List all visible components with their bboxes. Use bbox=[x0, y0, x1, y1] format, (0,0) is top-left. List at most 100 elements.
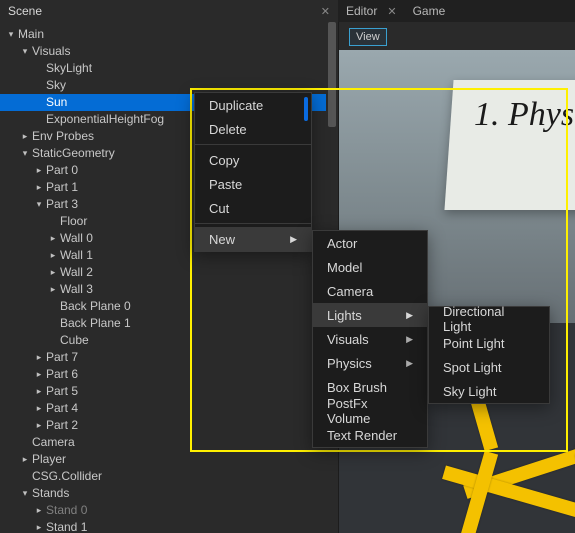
tree-row[interactable]: ▾Main bbox=[0, 26, 338, 43]
tree-row[interactable]: ▸Wall 3 bbox=[0, 281, 338, 298]
chevron-right-icon[interactable]: ▸ bbox=[34, 519, 44, 533]
menu-item[interactable]: Point Light bbox=[429, 331, 549, 355]
chevron-right-icon[interactable]: ▸ bbox=[34, 400, 44, 417]
tree-row[interactable]: Cube bbox=[0, 332, 338, 349]
tree-item-label: Camera bbox=[32, 434, 75, 451]
tree-row[interactable]: Camera bbox=[0, 434, 338, 451]
chevron-right-icon[interactable]: ▸ bbox=[48, 247, 58, 264]
menu-item[interactable]: Model bbox=[313, 255, 427, 279]
menu-item[interactable]: Camera bbox=[313, 279, 427, 303]
submenu-lights[interactable]: Directional Light Point Light Spot Light Sk… bbox=[428, 306, 550, 404]
close-icon[interactable]: ✕ bbox=[387, 5, 396, 18]
chevron-down-icon[interactable]: ▾ bbox=[20, 43, 30, 60]
tree-row[interactable]: ▸Player bbox=[0, 451, 338, 468]
chevron-down-icon[interactable]: ▾ bbox=[20, 485, 30, 502]
menu-item[interactable]: Sky Light bbox=[429, 379, 549, 403]
chevron-right-icon[interactable]: ▸ bbox=[34, 366, 44, 383]
menu-item[interactable]: Directional Light bbox=[429, 307, 549, 331]
chevron-right-icon[interactable]: ▸ bbox=[48, 281, 58, 298]
tree-row[interactable]: ▸Part 5 bbox=[0, 383, 338, 400]
menu-item[interactable]: Delete bbox=[195, 117, 311, 141]
menu-item[interactable]: Actor bbox=[313, 231, 427, 255]
menu-item-label: Visuals bbox=[327, 332, 369, 347]
menu-item[interactable]: Cut bbox=[195, 196, 311, 220]
tab-label: Game bbox=[413, 4, 446, 18]
tree-row[interactable]: ▸Part 6 bbox=[0, 366, 338, 383]
close-icon[interactable]: ✕ bbox=[321, 5, 330, 18]
view-dropdown-button[interactable]: View bbox=[349, 28, 387, 46]
tree-item-label: Stands bbox=[32, 485, 69, 502]
menu-item[interactable]: Visuals▶ bbox=[313, 327, 427, 351]
tree-item-label: Sun bbox=[46, 94, 67, 111]
chevron-down-icon[interactable]: ▾ bbox=[6, 26, 16, 43]
tree-item-label: StaticGeometry bbox=[32, 145, 115, 162]
menu-item[interactable]: Duplicate bbox=[195, 93, 311, 117]
menu-item-label: Actor bbox=[327, 236, 357, 251]
menu-item-label: Model bbox=[327, 260, 362, 275]
menu-item[interactable]: Spot Light bbox=[429, 355, 549, 379]
tree-row[interactable]: ▾Visuals bbox=[0, 43, 338, 60]
tab-label: Scene bbox=[8, 4, 42, 18]
tree-item-label: Wall 3 bbox=[60, 281, 93, 298]
chevron-down-icon[interactable]: ▾ bbox=[20, 145, 30, 162]
chevron-down-icon[interactable]: ▾ bbox=[34, 196, 44, 213]
menu-separator bbox=[195, 144, 311, 145]
chevron-right-icon[interactable]: ▸ bbox=[48, 230, 58, 247]
tree-item-label: CSG.Collider bbox=[32, 468, 102, 485]
menu-item[interactable]: Physics▶ bbox=[313, 351, 427, 375]
tree-item-label: Floor bbox=[60, 213, 87, 230]
tree-item-label: Player bbox=[32, 451, 66, 468]
tab-editor[interactable]: Editor ✕ bbox=[338, 0, 405, 22]
menu-item[interactable]: Text Render bbox=[313, 423, 427, 447]
submenu-new[interactable]: ActorModelCameraLights▶Visuals▶Physics▶B… bbox=[312, 230, 428, 448]
tab-scene[interactable]: Scene ✕ bbox=[0, 0, 338, 22]
menu-item-label: PostFx Volume bbox=[327, 396, 413, 426]
tree-row[interactable]: ▾Stands bbox=[0, 485, 338, 502]
tree-item-label: ExponentialHeightFog bbox=[46, 111, 164, 128]
tree-row[interactable]: CSG.Collider bbox=[0, 468, 338, 485]
menu-item[interactable]: Copy bbox=[195, 148, 311, 172]
tree-row[interactable]: SkyLight bbox=[0, 60, 338, 77]
menu-item-label: Point Light bbox=[443, 336, 504, 351]
tree-row[interactable]: ▸Stand 0 bbox=[0, 502, 338, 519]
chevron-right-icon[interactable]: ▸ bbox=[34, 383, 44, 400]
tree-row[interactable]: ▸Part 7 bbox=[0, 349, 338, 366]
tree-item-label: Sky bbox=[46, 77, 66, 94]
chevron-right-icon[interactable]: ▸ bbox=[34, 179, 44, 196]
chevron-right-icon: ▶ bbox=[406, 310, 413, 321]
tree-row[interactable]: ▸Stand 1 bbox=[0, 519, 338, 533]
menu-item-label: Copy bbox=[209, 153, 239, 168]
context-menu[interactable]: Duplicate Delete Copy Paste Cut New▶ bbox=[194, 92, 312, 252]
chevron-right-icon[interactable]: ▸ bbox=[48, 264, 58, 281]
chevron-right-icon[interactable]: ▸ bbox=[20, 451, 30, 468]
scrollbar-thumb[interactable] bbox=[328, 22, 336, 127]
tree-item-label: Part 5 bbox=[46, 383, 78, 400]
menu-item[interactable]: New▶ bbox=[195, 227, 311, 251]
tab-bar: Scene ✕ Editor ✕ Game bbox=[0, 0, 575, 22]
chevron-right-icon[interactable]: ▸ bbox=[34, 502, 44, 519]
tree-row[interactable]: Back Plane 1 bbox=[0, 315, 338, 332]
chevron-right-icon[interactable]: ▸ bbox=[34, 417, 44, 434]
menu-scroll-indicator bbox=[304, 97, 308, 121]
menu-item-label: Text Render bbox=[327, 428, 397, 443]
menu-item[interactable]: Paste bbox=[195, 172, 311, 196]
tree-item-label: Part 3 bbox=[46, 196, 78, 213]
menu-item-label: Delete bbox=[209, 122, 247, 137]
tree-item-label: Part 2 bbox=[46, 417, 78, 434]
tree-item-label: Back Plane 0 bbox=[60, 298, 131, 315]
chevron-right-icon[interactable]: ▸ bbox=[34, 162, 44, 179]
menu-item-label: Sky Light bbox=[443, 384, 496, 399]
tree-row[interactable]: ▸Part 4 bbox=[0, 400, 338, 417]
chevron-right-icon[interactable]: ▸ bbox=[34, 349, 44, 366]
menu-item[interactable]: PostFx Volume bbox=[313, 399, 427, 423]
tree-row[interactable]: ▸Part 2 bbox=[0, 417, 338, 434]
tab-game[interactable]: Game bbox=[405, 0, 454, 22]
tree-row[interactable]: Back Plane 0 bbox=[0, 298, 338, 315]
menu-item-label: Duplicate bbox=[209, 98, 263, 113]
tree-row[interactable]: ▸Wall 2 bbox=[0, 264, 338, 281]
menu-item-label: Physics bbox=[327, 356, 372, 371]
menu-item[interactable]: Lights▶ bbox=[313, 303, 427, 327]
tree-item-label: Part 6 bbox=[46, 366, 78, 383]
chevron-right-icon[interactable]: ▸ bbox=[20, 128, 30, 145]
menu-item-label: Paste bbox=[209, 177, 242, 192]
